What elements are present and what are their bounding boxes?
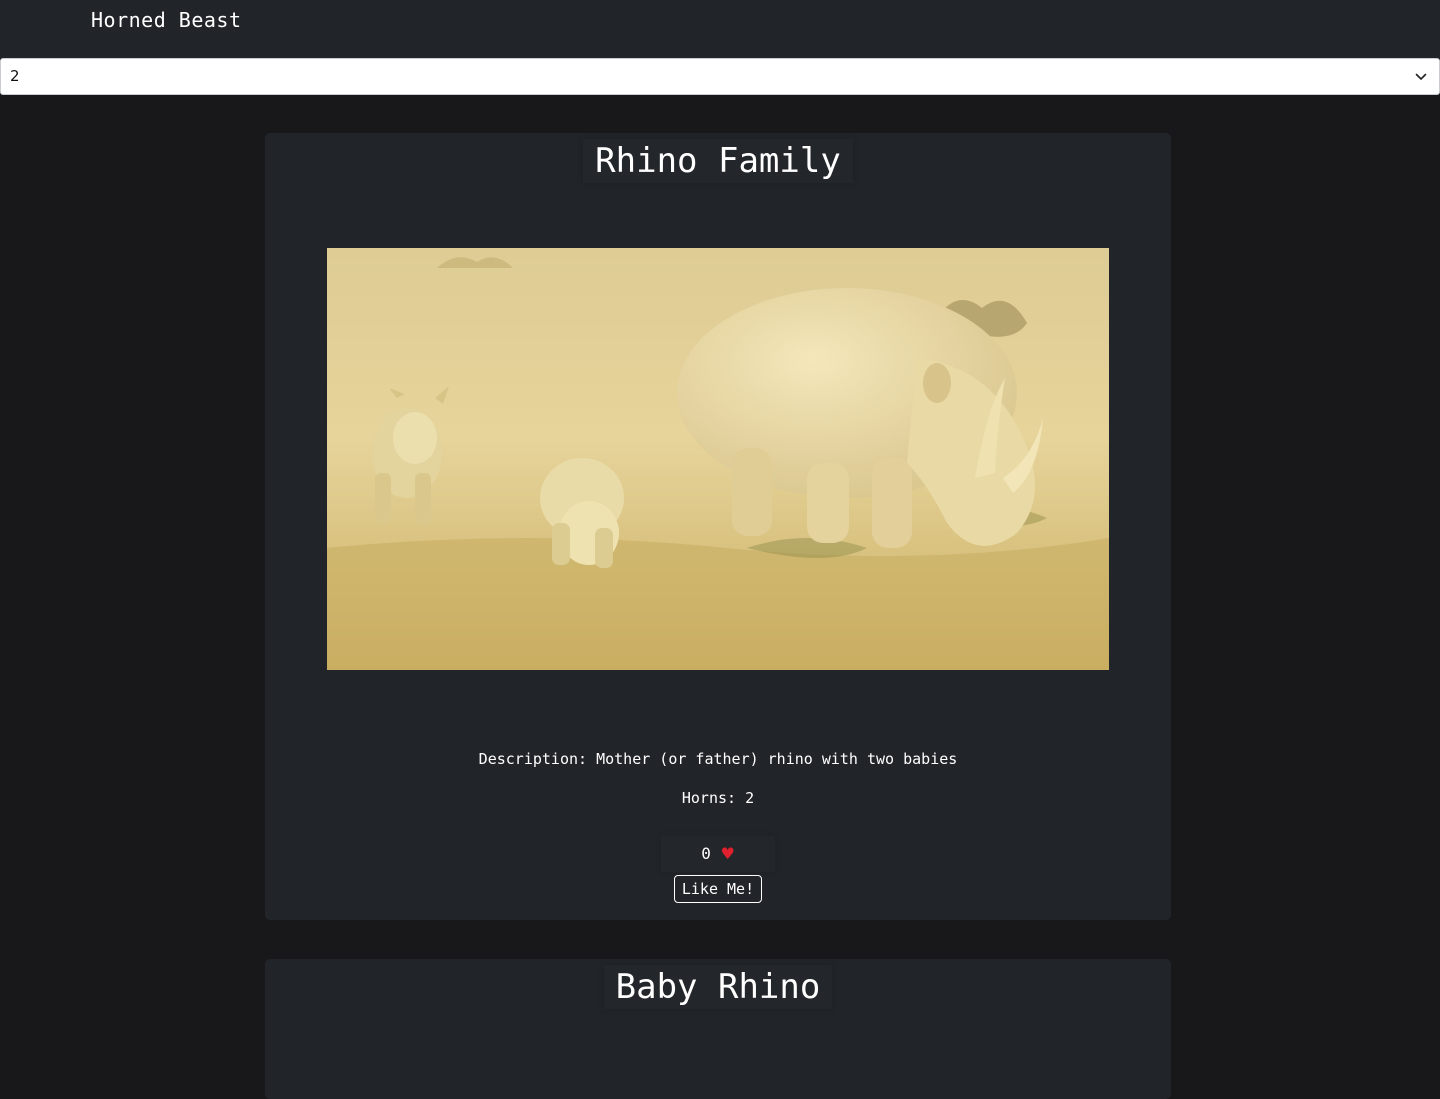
card-title: Rhino Family xyxy=(265,139,1171,183)
like-button[interactable]: Like Me! xyxy=(674,875,762,903)
card-title-text: Rhino Family xyxy=(583,139,853,183)
likes-count: 0 xyxy=(701,844,711,863)
horns-filter-select[interactable]: 2 xyxy=(0,58,1440,95)
app-header: Horned Beast xyxy=(0,0,1440,58)
filter-selected-value: 2 xyxy=(10,67,20,85)
beast-card: Baby Rhino xyxy=(265,959,1171,1099)
beast-description: Description: Mother (or father) rhino wi… xyxy=(478,750,958,768)
app-title: Horned Beast xyxy=(91,8,242,32)
beast-card: Rhino Family Description: Mother (or fat… xyxy=(265,133,1171,920)
likes-counter: 0 ♥ xyxy=(661,836,775,872)
rhino-family-photo xyxy=(327,248,1109,670)
chevron-down-icon xyxy=(1415,73,1427,80)
card-title-text: Baby Rhino xyxy=(603,965,833,1009)
beast-horns: Horns: 2 xyxy=(681,789,755,807)
beast-image[interactable] xyxy=(327,248,1109,670)
card-title: Baby Rhino xyxy=(265,965,1171,1009)
heart-icon: ♥ xyxy=(720,844,735,863)
